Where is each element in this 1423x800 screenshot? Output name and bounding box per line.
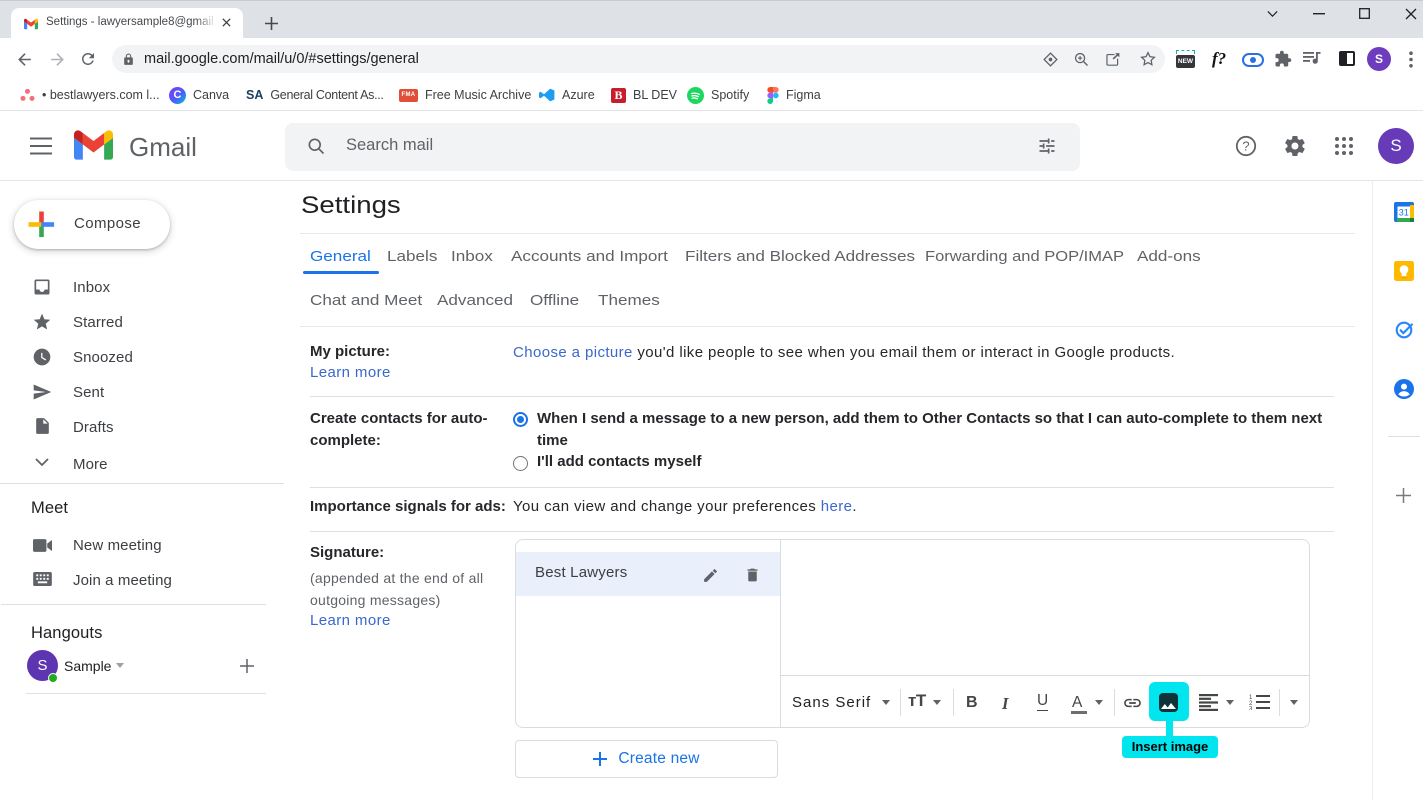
svg-text:31: 31 <box>1399 208 1409 218</box>
svg-text:?: ? <box>1242 139 1249 154</box>
svg-text:3: 3 <box>1249 707 1253 711</box>
